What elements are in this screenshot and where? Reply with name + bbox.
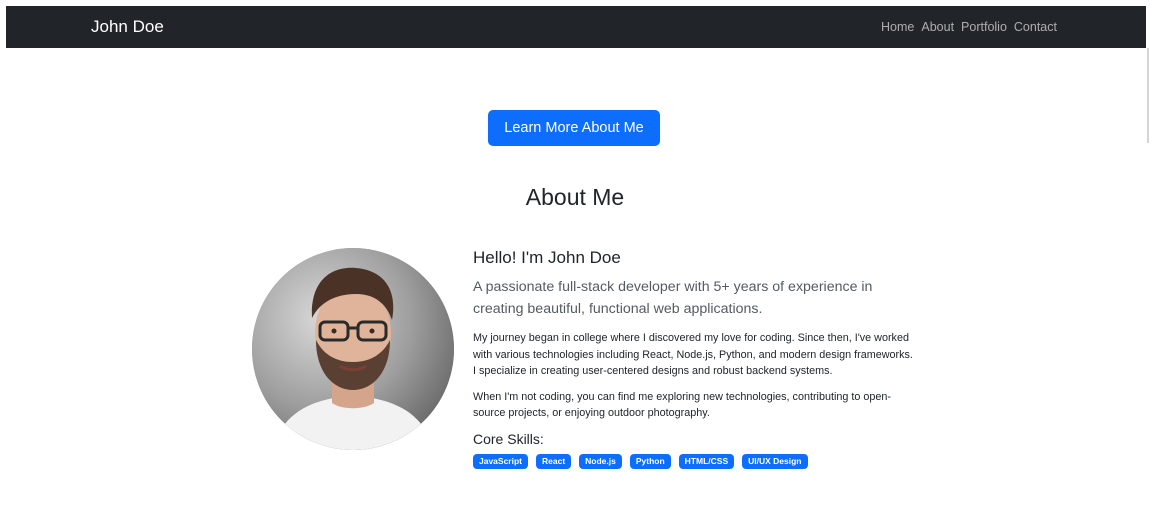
hobbies-paragraph: When I'm not coding, you can find me exp… xyxy=(473,390,891,420)
skill-badge: JavaScript xyxy=(473,453,528,469)
bio-paragraph: My journey began in college where I disc… xyxy=(473,332,913,377)
nav-link-home[interactable]: Home xyxy=(881,20,914,34)
page-edge-divider xyxy=(1147,48,1149,143)
lead-text: A passionate full-stack developer with 5… xyxy=(473,279,873,317)
skill-badge: Node.js xyxy=(579,453,622,469)
skills-list: JavaScript React Node.js Python HTML/CSS… xyxy=(473,453,913,469)
skill-badge: UI/UX Design xyxy=(742,453,808,469)
nav-link-contact[interactable]: Contact xyxy=(1014,20,1057,34)
skills-heading: Core Skills: xyxy=(473,430,544,447)
about-content: Hello! I'm John Doe A passionate full-st… xyxy=(473,248,913,469)
nav-link-portfolio[interactable]: Portfolio xyxy=(961,20,1007,34)
navbar: John Doe Home About Portfolio Contact xyxy=(6,6,1146,48)
greeting-heading: Hello! I'm John Doe xyxy=(473,248,621,267)
profile-photo xyxy=(252,248,454,450)
skill-badge: React xyxy=(536,453,572,469)
skill-badge: HTML/CSS xyxy=(678,453,735,469)
section-title: About Me xyxy=(525,184,625,210)
learn-more-button[interactable]: Learn More About Me xyxy=(488,110,660,146)
nav-link-about[interactable]: About xyxy=(921,20,954,34)
profile-photo-illustration xyxy=(252,248,454,450)
skill-badge: Python xyxy=(629,453,671,469)
navbar-brand[interactable]: John Doe xyxy=(91,17,164,37)
nav-links: Home About Portfolio Contact xyxy=(881,20,1057,34)
